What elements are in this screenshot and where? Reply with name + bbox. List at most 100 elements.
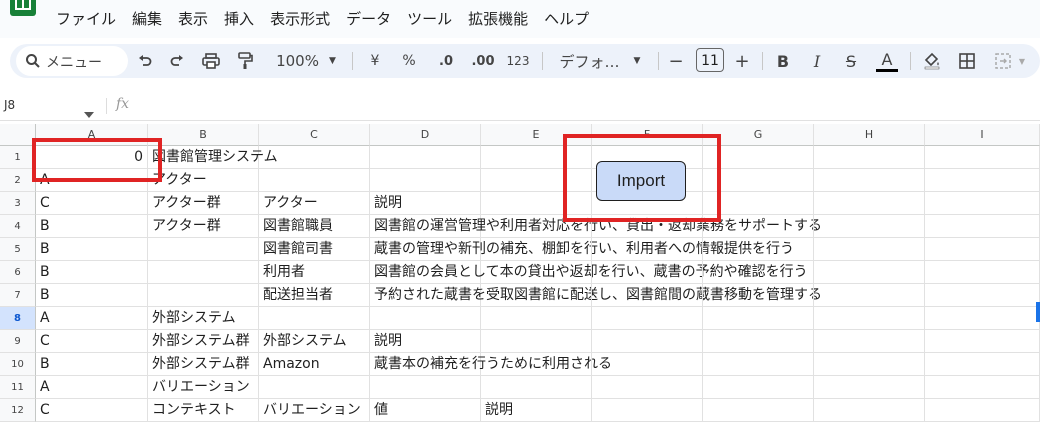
grid-cell[interactable] <box>814 215 925 238</box>
grid-cell[interactable] <box>925 169 1040 192</box>
grid-cell[interactable]: A <box>36 307 148 330</box>
row-header[interactable]: 2 <box>0 169 36 192</box>
merge-cells-icon[interactable]: ▼ <box>990 44 1030 78</box>
grid-cell[interactable] <box>814 192 925 215</box>
grid-cell[interactable] <box>481 330 592 353</box>
grid-cell[interactable] <box>592 307 703 330</box>
grid-cell[interactable] <box>814 146 925 169</box>
row-header[interactable]: 4 <box>0 215 36 238</box>
grid-cell[interactable] <box>703 261 814 284</box>
menu-help[interactable]: ヘルプ <box>544 8 589 29</box>
row-header[interactable]: 3 <box>0 192 36 215</box>
grid-cell[interactable]: 図書館の会員として本の貸出や返却を行い、蔵書の予約や確認を行う <box>370 261 808 284</box>
undo-icon[interactable] <box>134 44 156 78</box>
grid-cell[interactable] <box>814 376 925 399</box>
grid-cell[interactable] <box>592 353 703 376</box>
grid-cell[interactable]: バリエーション <box>148 376 259 399</box>
row-header[interactable]: 1 <box>0 146 36 169</box>
grid-cell[interactable]: 蔵書本の補充を行うために利用される <box>370 353 612 376</box>
number-format-button[interactable]: 123 <box>504 44 532 78</box>
decrease-decimal-button[interactable]: .0 <box>434 44 458 78</box>
row-header[interactable]: 7 <box>0 284 36 307</box>
grid-cell[interactable] <box>925 399 1040 422</box>
grid-cell[interactable] <box>703 284 814 307</box>
grid-cell[interactable] <box>814 169 925 192</box>
grid-cell[interactable] <box>148 284 259 307</box>
grid-cell[interactable] <box>481 376 592 399</box>
grid-cell[interactable] <box>925 353 1040 376</box>
select-all-corner[interactable] <box>0 124 36 146</box>
grid-cell[interactable]: アクター群 <box>148 192 259 215</box>
font-size-input[interactable]: 11 <box>696 48 724 72</box>
grid-cell[interactable] <box>925 284 1040 307</box>
grid-cell[interactable]: C <box>36 330 148 353</box>
column-header-c[interactable]: C <box>259 124 370 146</box>
grid-cell[interactable] <box>925 261 1040 284</box>
grid-cell[interactable]: 外部システム <box>259 330 370 353</box>
grid-cell[interactable] <box>814 261 925 284</box>
grid-cell[interactable]: 予約された蔵書を受取図書館に配送し、図書館間の蔵書移動を管理する <box>370 284 822 307</box>
row-header[interactable]: 9 <box>0 330 36 353</box>
row-header[interactable]: 12 <box>0 399 36 422</box>
grid-cell[interactable]: 配送担当者 <box>259 284 370 307</box>
grid-cell[interactable] <box>481 307 592 330</box>
grid-cell[interactable]: 図書館職員 <box>259 215 370 238</box>
grid-cell[interactable]: 蔵書の管理や新刊の補充、棚卸を行い、利用者への情報提供を行う <box>370 238 794 261</box>
menu-data[interactable]: データ <box>346 8 391 29</box>
grid-cell[interactable] <box>259 146 370 169</box>
grid-cell[interactable] <box>814 353 925 376</box>
grid-cell[interactable]: 図書館管理システム <box>148 146 278 169</box>
grid-cell[interactable]: C <box>36 192 148 215</box>
grid-cell[interactable] <box>814 238 925 261</box>
grid-cell[interactable] <box>148 261 259 284</box>
grid-cell[interactable] <box>814 330 925 353</box>
font-size-increase-button[interactable]: + <box>732 44 752 78</box>
grid-cell[interactable]: アクター群 <box>148 215 259 238</box>
grid-cell[interactable]: A <box>36 376 148 399</box>
grid-cell[interactable] <box>148 238 259 261</box>
grid-cell[interactable] <box>592 261 703 284</box>
increase-decimal-button[interactable]: .00 <box>468 44 498 78</box>
grid-cell[interactable] <box>370 307 481 330</box>
grid-cell[interactable]: B <box>36 261 148 284</box>
column-header-i[interactable]: I <box>925 124 1040 146</box>
sheets-logo-icon[interactable] <box>10 0 36 16</box>
grid-cell[interactable]: コンテキスト <box>148 399 259 422</box>
grid-cell[interactable] <box>481 261 592 284</box>
grid-cell[interactable] <box>925 215 1040 238</box>
grid-cell[interactable] <box>814 307 925 330</box>
row-header[interactable]: 8 <box>0 307 36 330</box>
grid-cell[interactable]: C <box>36 399 148 422</box>
grid-cell[interactable] <box>592 399 703 422</box>
grid-cell[interactable] <box>814 399 925 422</box>
strikethrough-button[interactable]: S <box>840 44 862 78</box>
borders-icon[interactable] <box>956 44 978 78</box>
grid-cell[interactable] <box>703 399 814 422</box>
grid-cell[interactable] <box>259 169 370 192</box>
menu-extensions[interactable]: 拡張機能 <box>468 8 528 29</box>
zoom-select[interactable]: 100% ▼ <box>272 44 340 78</box>
grid-cell[interactable] <box>925 238 1040 261</box>
grid-cell[interactable]: アクター <box>259 192 370 215</box>
grid-cell[interactable]: 説明 <box>481 399 592 422</box>
grid-cell[interactable]: アクター <box>148 169 259 192</box>
name-box-dropdown-icon[interactable] <box>84 103 94 122</box>
grid-cell[interactable] <box>592 284 703 307</box>
paint-format-icon[interactable] <box>234 44 256 78</box>
column-header-d[interactable]: D <box>370 124 481 146</box>
grid-cell[interactable] <box>592 238 703 261</box>
grid-cell[interactable] <box>925 376 1040 399</box>
grid-cell[interactable] <box>592 330 703 353</box>
grid-cell[interactable]: 外部システム群 <box>148 353 259 376</box>
grid-cell[interactable]: 外部システム群 <box>148 330 259 353</box>
column-header-h[interactable]: H <box>814 124 925 146</box>
grid-cell[interactable]: B <box>36 215 148 238</box>
font-select[interactable]: デフォ… ▼ <box>552 44 648 78</box>
grid-cell[interactable]: 説明 <box>370 330 481 353</box>
grid-cell[interactable]: B <box>36 284 148 307</box>
grid-cell[interactable]: 外部システム <box>148 307 259 330</box>
grid-cell[interactable]: 説明 <box>370 192 481 215</box>
row-header[interactable]: 5 <box>0 238 36 261</box>
bold-button[interactable]: B <box>772 44 794 78</box>
italic-button[interactable]: I <box>806 44 828 78</box>
